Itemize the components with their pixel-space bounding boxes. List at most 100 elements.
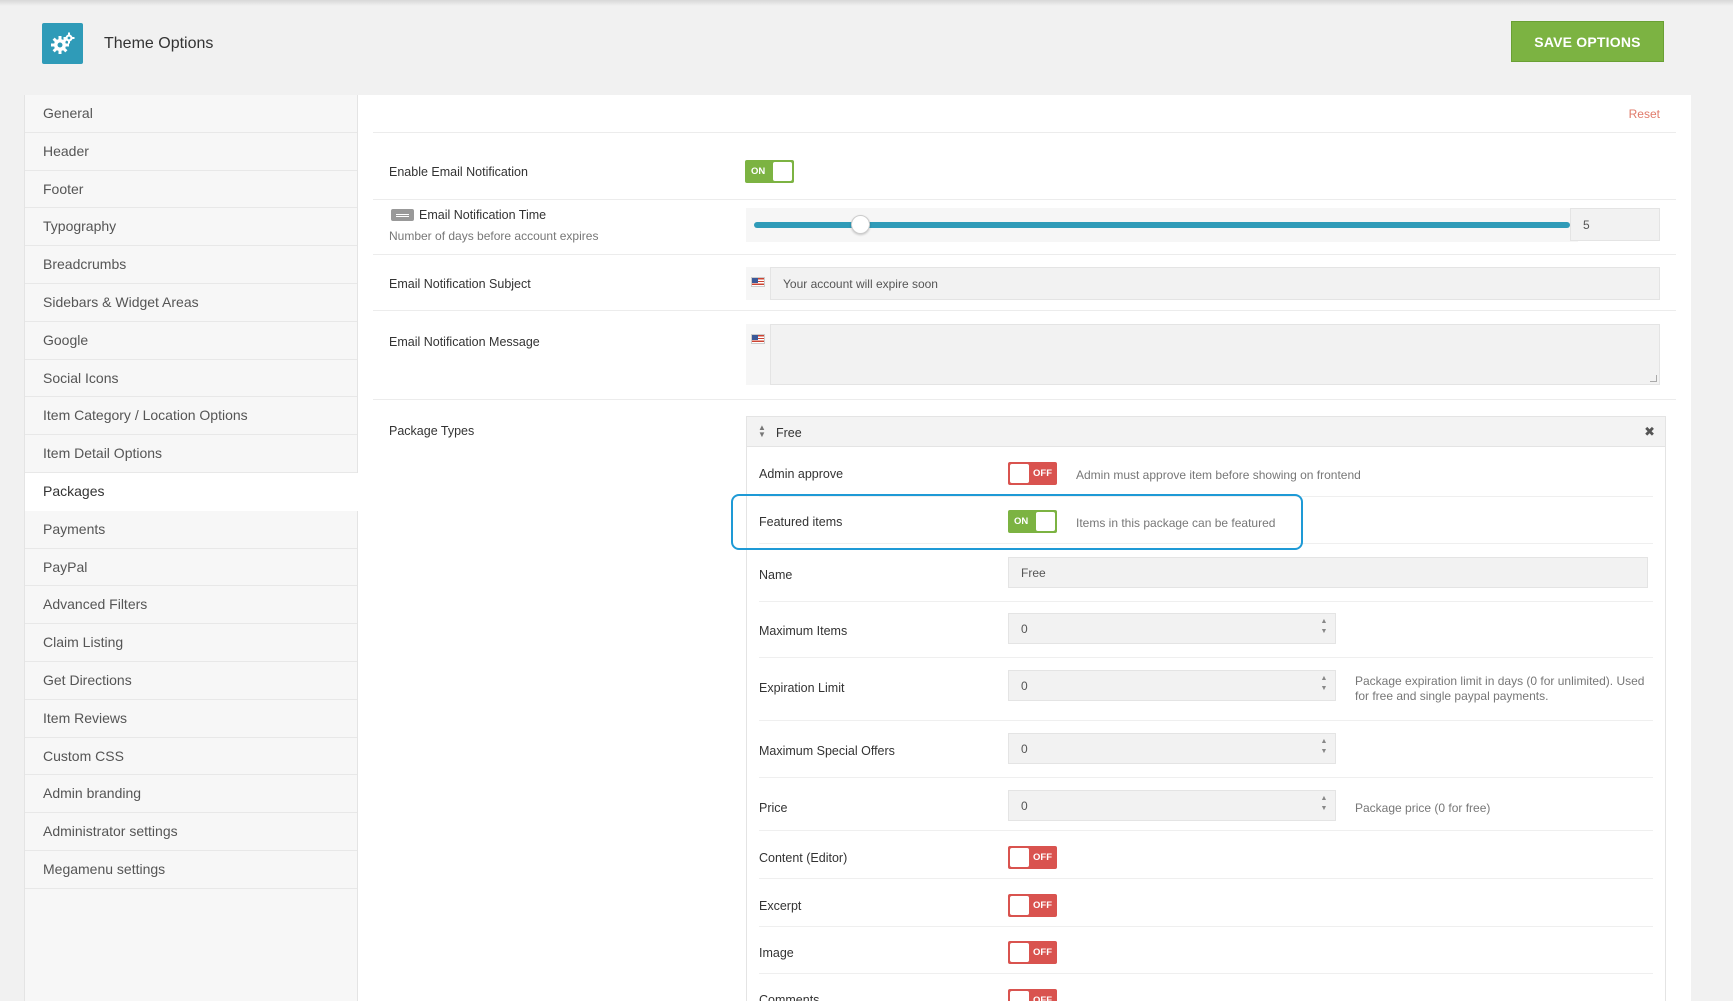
sidebar-item-footer[interactable]: Footer (25, 171, 357, 209)
notification-time-value-input[interactable]: 5 (1570, 208, 1660, 241)
divider (759, 657, 1653, 658)
max-offers-value: 0 (1021, 741, 1028, 756)
toggle-knob (1010, 991, 1029, 1001)
notification-time-label: Email Notification Time (419, 208, 547, 222)
admin-approve-toggle[interactable]: OFF (1008, 462, 1057, 485)
sidebar-item-general[interactable]: General (25, 95, 357, 133)
toggle-state-text: OFF (1033, 947, 1052, 958)
gears-icon (42, 23, 83, 64)
spinner-arrows-icon[interactable]: ▲ ▼ (1319, 674, 1329, 698)
notification-time-description: Number of days before account expires (389, 229, 599, 243)
toggle-knob (1010, 464, 1029, 483)
excerpt-toggle[interactable]: OFF (1008, 894, 1057, 917)
sidebar-item-breadcrumbs[interactable]: Breadcrumbs (25, 246, 357, 284)
expiration-limit-input[interactable]: 0 ▲ ▼ (1008, 670, 1336, 701)
notification-time-slider-handle[interactable] (851, 215, 871, 234)
expiration-limit-label: Expiration Limit (759, 681, 845, 695)
admin-approve-help: Admin must approve item before showing o… (1076, 468, 1361, 482)
email-notification-toggle[interactable]: ON (745, 160, 794, 183)
toggle-knob (1010, 943, 1029, 962)
sidebar-item-megamenu-settings[interactable]: Megamenu settings (25, 851, 357, 889)
package-types-label: Package Types (389, 424, 475, 438)
save-options-button[interactable]: SAVE OPTIONS (1511, 21, 1664, 62)
notification-time-slider-track[interactable] (754, 222, 1570, 228)
reset-link[interactable]: Reset (1629, 107, 1660, 121)
max-items-input[interactable]: 0 ▲ ▼ (1008, 613, 1336, 644)
page-title: Theme Options (104, 35, 214, 52)
close-icon[interactable]: ✖ (1644, 424, 1655, 440)
sidebar-item-payments[interactable]: Payments (25, 511, 357, 549)
max-offers-label: Maximum Special Offers (759, 744, 895, 758)
sidebar-item-custom-css[interactable]: Custom CSS (25, 738, 357, 776)
sidebar-item-admin-branding[interactable]: Admin branding (25, 775, 357, 814)
toggle-knob (1010, 896, 1029, 915)
spinner-arrows-icon[interactable]: ▲ ▼ (1319, 794, 1329, 818)
us-flag-icon (751, 277, 765, 287)
image-label: Image (759, 946, 794, 960)
subject-label: Email Notification Subject (389, 277, 531, 291)
toggle-knob (1010, 848, 1029, 867)
sidebar-item-get-directions[interactable]: Get Directions (25, 662, 357, 700)
admin-approve-label: Admin approve (759, 467, 844, 481)
divider (759, 830, 1653, 831)
divider (373, 310, 1676, 311)
toggle-knob (773, 162, 792, 181)
featured-items-highlight (731, 494, 1303, 550)
name-label: Name (759, 568, 793, 582)
header: Theme Options SAVE OPTIONS (0, 0, 1733, 94)
sidebar-item-google[interactable]: Google (25, 322, 357, 360)
divider (373, 199, 1676, 200)
package-name-header: Free (776, 426, 802, 440)
sidebar-item-packages[interactable]: Packages (25, 472, 358, 511)
sidebar-item-paypal[interactable]: PayPal (25, 549, 357, 587)
resize-handle-icon[interactable] (1650, 375, 1657, 382)
max-items-value: 0 (1021, 621, 1028, 636)
us-flag-icon (751, 334, 765, 344)
image-toggle[interactable]: OFF (1008, 941, 1057, 964)
price-value: 0 (1021, 798, 1028, 813)
subject-input[interactable]: Your account will expire soon (770, 267, 1660, 300)
sidebar: General Header Footer Typography Breadcr… (24, 95, 358, 1001)
expiration-help-line2: for free and single paypal payments. (1355, 689, 1549, 703)
toggle-state-text: ON (751, 166, 766, 177)
spinner-arrows-icon[interactable]: ▲ ▼ (1319, 617, 1329, 641)
spinner-arrows-icon[interactable]: ▲ ▼ (1319, 737, 1329, 761)
price-label: Price (759, 801, 788, 815)
sidebar-item-detail-options[interactable]: Item Detail Options (25, 435, 357, 473)
divider (759, 973, 1653, 974)
expiration-limit-value: 0 (1021, 678, 1028, 693)
comments-toggle[interactable]: OFF (1008, 989, 1057, 1001)
sidebar-item-advanced-filters[interactable]: Advanced Filters (25, 586, 357, 625)
toggle-state-text: OFF (1033, 852, 1052, 863)
sidebar-item-claim-listing[interactable]: Claim Listing (25, 624, 357, 662)
package-header[interactable]: ▲ ▼ Free ✖ (747, 417, 1665, 447)
sidebar-item-typography[interactable]: Typography (25, 208, 357, 247)
sidebar-item-sidebars[interactable]: Sidebars & Widget Areas (25, 284, 357, 322)
sidebar-item-item-reviews[interactable]: Item Reviews (25, 700, 357, 738)
sort-arrows-icon[interactable]: ▲ ▼ (758, 424, 766, 439)
divider (373, 254, 1676, 255)
price-help: Package price (0 for free) (1355, 801, 1491, 815)
max-offers-input[interactable]: 0 ▲ ▼ (1008, 733, 1336, 764)
sidebar-item-header[interactable]: Header (25, 133, 357, 171)
divider (373, 399, 1676, 400)
divider (759, 926, 1653, 927)
excerpt-label: Excerpt (759, 899, 802, 913)
divider (759, 878, 1653, 879)
toggle-state-text: OFF (1033, 900, 1052, 911)
comments-label: Comments (759, 993, 820, 1001)
package-name-input[interactable]: Free (1008, 557, 1648, 588)
sidebar-item-social-icons[interactable]: Social Icons (25, 360, 357, 398)
toggle-state-text: OFF (1033, 995, 1052, 1001)
sidebar-item-administrator-settings[interactable]: Administrator settings (25, 813, 357, 851)
content-editor-toggle[interactable]: OFF (1008, 846, 1057, 869)
price-input[interactable]: 0 ▲ ▼ (1008, 790, 1336, 821)
message-textarea[interactable] (770, 324, 1660, 385)
toggle-state-text: OFF (1033, 468, 1052, 479)
email-notification-label: Enable Email Notification (389, 165, 528, 179)
expiration-help-line1: Package expiration limit in days (0 for … (1355, 674, 1645, 688)
content-editor-label: Content (Editor) (759, 851, 848, 865)
divider (373, 132, 1676, 133)
sidebar-item-category-location[interactable]: Item Category / Location Options (25, 397, 357, 436)
divider (759, 601, 1653, 602)
